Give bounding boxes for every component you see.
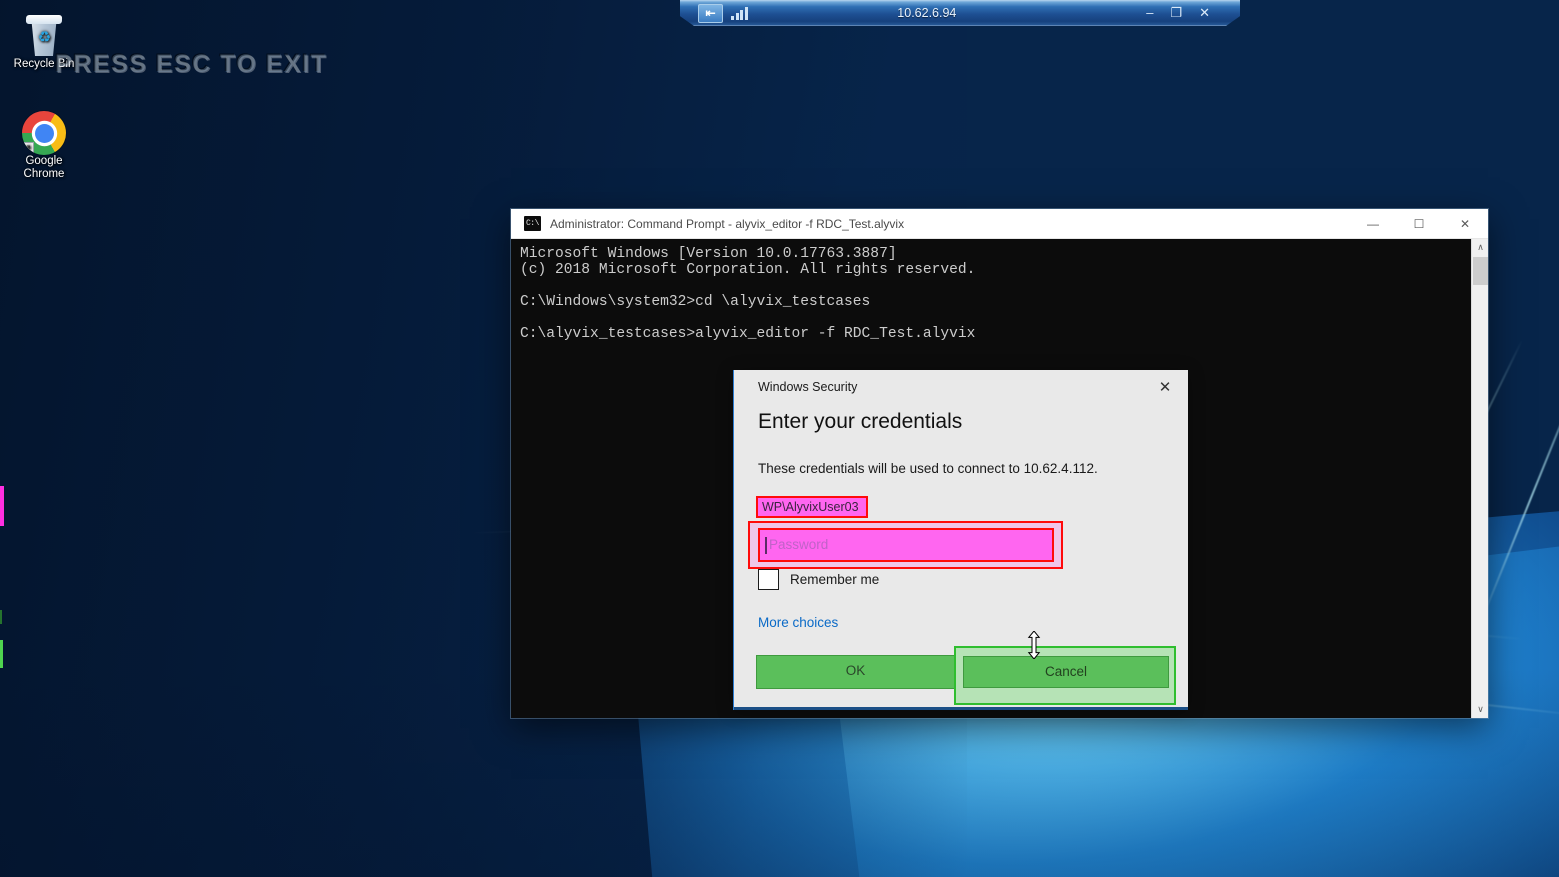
- rdp-restore-button[interactable]: ❐: [1170, 6, 1182, 20]
- cmd-close-button[interactable]: ✕: [1442, 209, 1488, 239]
- edge-highlight-mark: [0, 486, 4, 526]
- cmd-maximize-button[interactable]: ☐: [1396, 209, 1442, 239]
- password-input[interactable]: Password: [758, 528, 1054, 562]
- remember-me-row[interactable]: Remember me: [758, 569, 879, 590]
- text-caret: [765, 537, 767, 554]
- edge-highlight-mark: [0, 610, 2, 624]
- dialog-subtext: These credentials will be used to connec…: [758, 461, 1098, 476]
- more-choices-link[interactable]: More choices: [758, 615, 838, 630]
- dialog-title: Windows Security: [758, 380, 858, 394]
- scroll-down-icon[interactable]: ∨: [1472, 701, 1488, 718]
- dialog-titlebar: Windows Security ✕: [734, 370, 1188, 404]
- rdp-minimize-button[interactable]: –: [1146, 6, 1153, 20]
- username-input[interactable]: WP\AlyvixUser03: [756, 496, 868, 518]
- desktop-icon-label: Google Chrome: [23, 155, 65, 180]
- press-esc-watermark: PRESS ESC TO EXIT: [55, 50, 328, 78]
- scrollbar-thumb[interactable]: [1473, 257, 1488, 285]
- ok-button[interactable]: OK: [756, 655, 955, 689]
- command-prompt-title: Administrator: Command Prompt - alyvix_e…: [550, 216, 905, 231]
- terminal-scrollbar[interactable]: ∧ ∨: [1471, 239, 1488, 718]
- edge-highlight-mark: [0, 640, 3, 668]
- cancel-button-label: Cancel: [1044, 664, 1088, 679]
- cmd-minimize-button[interactable]: —: [1350, 209, 1396, 239]
- password-placeholder: Password: [760, 530, 1052, 560]
- cancel-button[interactable]: Cancel: [963, 656, 1169, 688]
- terminal-output: Microsoft Windows [Version 10.0.17763.38…: [520, 246, 976, 342]
- dialog-bottom-accent: [734, 707, 1188, 710]
- username-value: WP\AlyvixUser03: [762, 500, 859, 514]
- resize-vertical-cursor: [1027, 631, 1041, 659]
- remember-me-label: Remember me: [790, 572, 880, 587]
- scroll-up-icon[interactable]: ∧: [1472, 239, 1488, 256]
- rdp-host-title: 10.62.6.94: [897, 6, 957, 20]
- ok-button-label: OK: [845, 663, 866, 678]
- remember-me-checkbox[interactable]: [758, 569, 779, 590]
- shortcut-arrow-icon: ↗: [22, 142, 34, 155]
- rdp-connection-bar[interactable]: ⇤ 10.62.6.94 – ❐ ✕: [680, 0, 1240, 26]
- rdp-close-button[interactable]: ✕: [1199, 6, 1210, 20]
- desktop-icon-google-chrome[interactable]: ↗ Google Chrome: [6, 105, 82, 181]
- command-prompt-titlebar[interactable]: C:\ Administrator: Command Prompt - alyv…: [511, 209, 1488, 239]
- dialog-close-button[interactable]: ✕: [1144, 372, 1186, 402]
- chrome-icon: ↗: [6, 105, 82, 155]
- dialog-heading: Enter your credentials: [758, 410, 963, 433]
- windows-security-dialog[interactable]: Windows Security ✕ Enter your credential…: [733, 370, 1188, 710]
- console-icon: C:\: [524, 216, 541, 231]
